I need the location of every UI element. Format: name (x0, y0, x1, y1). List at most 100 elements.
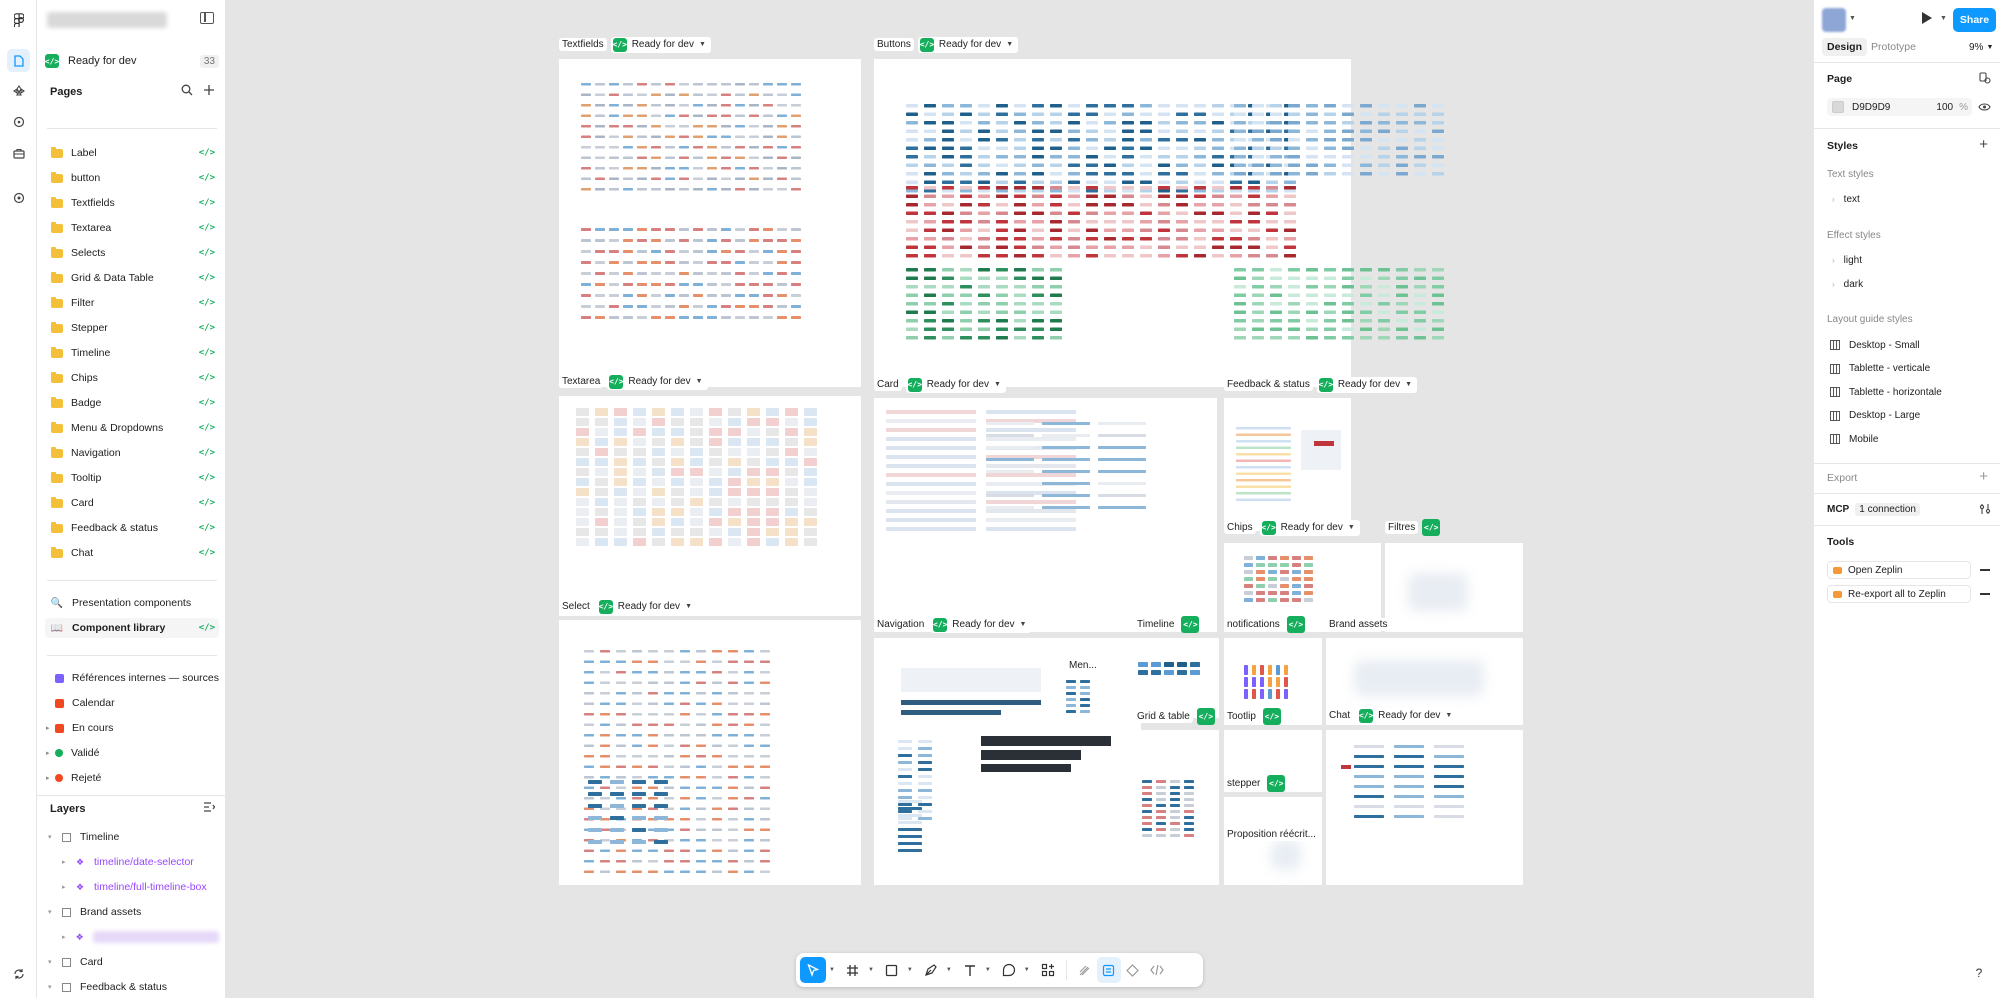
remove-icon[interactable] (1980, 569, 1990, 571)
frame-artboard[interactable] (1134, 730, 1219, 885)
layer-item[interactable]: ▸ ❖ timeline/full-timeline-box (45, 877, 219, 897)
ready-for-dev-badge[interactable]: </> Ready for dev ▼ (1259, 519, 1360, 536)
chevron-right-icon[interactable]: ▸ (62, 933, 72, 941)
frame-label[interactable]: stepper </> (1224, 775, 1286, 792)
layer-item[interactable]: ▸ ❖ timeline/date-selector (45, 852, 219, 872)
remove-icon[interactable] (1980, 593, 1990, 595)
chevron-right-icon[interactable]: ▾ (48, 983, 58, 991)
frame-label[interactable]: Tootlip </> (1224, 708, 1281, 725)
layout-style-item[interactable]: Tablette - horizontale (1827, 383, 1987, 401)
page-item[interactable]: 📖 Component library </> (45, 618, 219, 638)
dev-code-icon[interactable]: </> (1196, 708, 1215, 725)
frame-label[interactable]: Navigation </> Ready for dev ▼ (874, 616, 1032, 633)
page-item[interactable]: Navigation </> (45, 443, 219, 463)
shape-tool-icon[interactable] (880, 957, 904, 983)
frame-label[interactable]: Timeline </> (1134, 616, 1200, 633)
chevron-right-icon[interactable]: ▸ (46, 724, 54, 732)
frame-artboard[interactable] (874, 398, 1217, 632)
chevron-down-icon[interactable]: ▼ (1849, 15, 1856, 22)
ready-for-dev-badge[interactable]: </> Ready for dev ▼ (905, 376, 1006, 393)
chevron-right-icon[interactable]: ▸ (62, 858, 72, 866)
frame-label[interactable]: Card </> Ready for dev ▼ (874, 376, 1006, 393)
frame-label[interactable]: Chips </> Ready for dev ▼ (1224, 519, 1360, 536)
layers-list-icon[interactable] (203, 802, 215, 812)
page-item[interactable]: Références internes — sources (45, 668, 219, 688)
frame-label[interactable]: Textfields </> Ready for dev ▼ (559, 36, 711, 53)
layout-style-item[interactable]: Mobile (1827, 430, 1987, 448)
page-item[interactable]: Selects </> (45, 243, 219, 263)
chevron-down-icon[interactable]: ▼ (1940, 15, 1947, 22)
page-item[interactable]: Feedback & status </> (45, 518, 219, 538)
panel-toggle-icon[interactable] (200, 12, 214, 24)
ready-for-dev-badge[interactable]: </> Ready for dev ▼ (917, 36, 1019, 53)
layer-item[interactable]: ▸ ❖ (45, 927, 220, 947)
eye-icon[interactable] (1978, 102, 1991, 115)
avatar[interactable] (1822, 8, 1846, 32)
frame-artboard[interactable] (559, 620, 861, 885)
design-toggle-icon[interactable] (1096, 957, 1121, 983)
chevron-down-icon[interactable]: ▼ (1024, 967, 1030, 973)
page-item[interactable]: 🔍 Presentation components (45, 593, 219, 613)
comment-tool-icon[interactable] (997, 957, 1021, 983)
page-item[interactable]: Card </> (45, 493, 219, 513)
frame-artboard[interactable] (1134, 638, 1219, 718)
zoom-level[interactable]: 9% ▼ (1964, 38, 1998, 56)
frame-label[interactable]: Chat </> Ready for dev ▼ (1326, 707, 1458, 724)
settings-sliders-icon[interactable] (1979, 503, 1991, 518)
chevron-right-icon[interactable]: ▾ (48, 958, 58, 966)
page-item[interactable]: Textfields </> (45, 193, 219, 213)
frame-label[interactable]: Brand assets (1326, 616, 1391, 633)
dev-mode-icon[interactable] (7, 186, 30, 209)
chevron-down-icon[interactable]: ▼ (985, 967, 991, 973)
plus-icon[interactable] (203, 84, 215, 99)
move-tool-icon[interactable] (800, 957, 826, 983)
zeplin-tool-button[interactable]: Re-export all to Zeplin (1827, 585, 1971, 603)
chevron-right-icon[interactable]: ▸ (46, 749, 54, 757)
page-item[interactable]: Label </> (45, 143, 219, 163)
page-item[interactable]: Textarea </> (45, 218, 219, 238)
effect-style-item[interactable]: › dark (1827, 275, 1987, 293)
page-fill-row[interactable]: D9D9D9 100 % (1827, 98, 1972, 116)
layer-item[interactable]: ▾ Card (45, 952, 219, 972)
tab-prototype[interactable]: Prototype (1866, 38, 1921, 56)
text-tool-icon[interactable] (958, 957, 982, 983)
plugins-icon[interactable] (7, 142, 30, 165)
page-item[interactable]: ▸ Validé (45, 743, 219, 763)
page-item[interactable]: Chat </> (45, 543, 219, 563)
help-button[interactable]: ? (1969, 963, 1989, 983)
page-item[interactable]: Filter </> (45, 293, 219, 313)
chevron-down-icon[interactable]: ▼ (829, 967, 835, 973)
frame-artboard[interactable] (559, 59, 861, 387)
dev-code-icon[interactable]: </> (1262, 708, 1281, 725)
chevron-down-icon[interactable]: ▼ (868, 967, 874, 973)
frame-label[interactable]: Buttons </> Ready for dev ▼ (874, 36, 1019, 53)
page-item[interactable]: Calendar (45, 693, 219, 713)
layout-style-item[interactable]: Desktop - Large (1827, 407, 1987, 425)
frame-label[interactable]: Select </> Ready for dev ▼ (559, 598, 697, 615)
chevron-right-icon[interactable]: ▸ (62, 883, 72, 891)
frame-label[interactable]: Men... (1066, 657, 1100, 674)
ready-for-dev-badge[interactable]: </> Ready for dev ▼ (596, 598, 697, 615)
page-item[interactable]: Chips </> (45, 368, 219, 388)
page-item[interactable]: Timeline </> (45, 343, 219, 363)
text-style-item[interactable]: › text (1827, 190, 1987, 208)
chevron-right-icon[interactable]: ▾ (48, 908, 58, 916)
play-icon[interactable] (1922, 12, 1932, 24)
dev-code-icon[interactable]: </> (1267, 775, 1286, 792)
color-swatch[interactable] (1832, 101, 1844, 113)
page-item[interactable]: Grid & Data Table </> (45, 268, 219, 288)
page-item[interactable]: Stepper </> (45, 318, 219, 338)
component-toggle-icon[interactable] (1121, 957, 1145, 983)
chevron-right-icon[interactable]: ▸ (46, 774, 54, 782)
page-fill-color[interactable]: D9D9D9 (1852, 102, 1890, 113)
page-item[interactable]: button </> (45, 168, 219, 188)
tab-design[interactable]: Design (1822, 38, 1868, 56)
search-icon[interactable] (181, 84, 193, 99)
chevron-right-icon[interactable]: ▾ (48, 833, 58, 841)
layout-style-item[interactable]: Desktop - Small (1827, 336, 1987, 354)
mcp-connection-badge[interactable]: 1 connection (1855, 502, 1920, 516)
page-item[interactable]: ▸ En cours (45, 718, 219, 738)
layer-item[interactable]: ▾ Brand assets (45, 902, 219, 922)
layer-item[interactable]: ▾ Feedback & status (45, 977, 219, 997)
page-item[interactable]: Tooltip </> (45, 468, 219, 488)
